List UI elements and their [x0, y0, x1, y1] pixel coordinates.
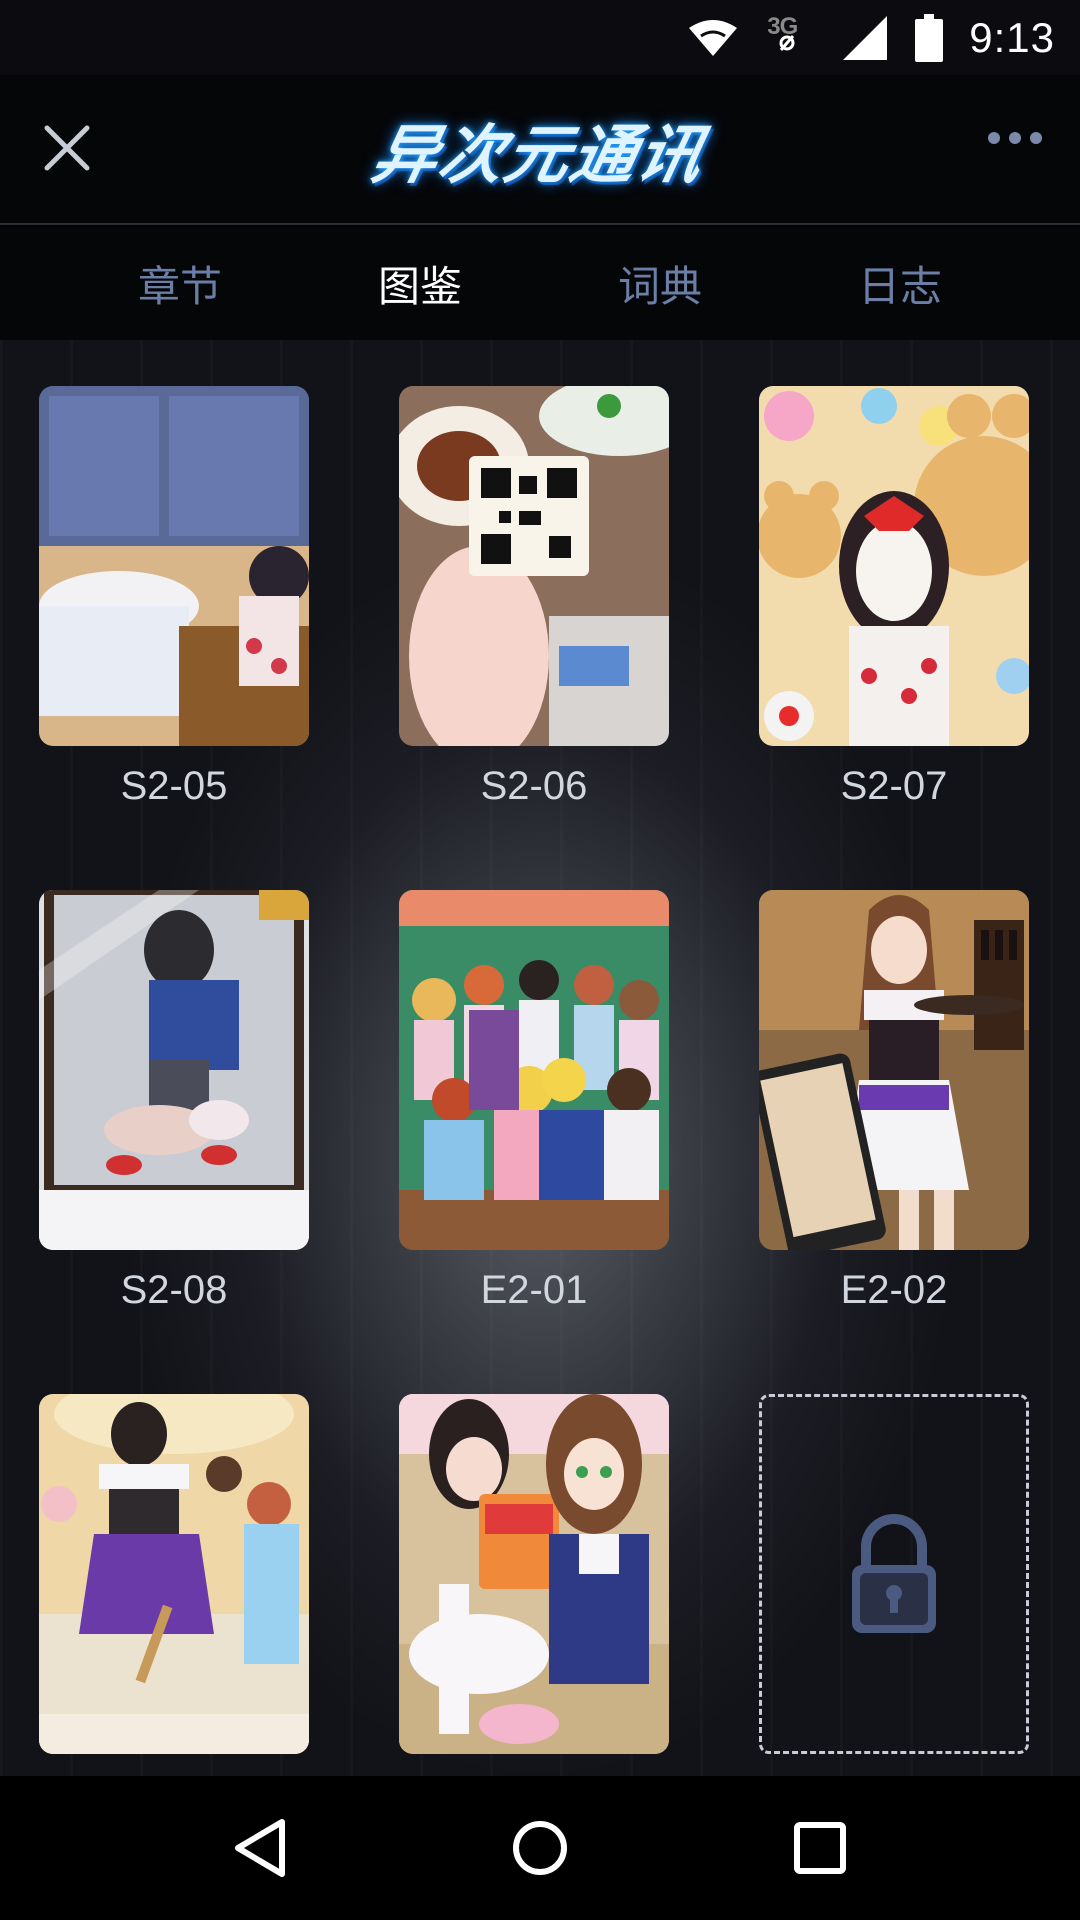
gallery-item[interactable]: S2-06	[399, 386, 669, 809]
gallery-item[interactable]	[39, 1394, 309, 1772]
gallery-grid: S2-05 S2-06 S2-07 S2-08 E2-01 E2-02	[0, 340, 1080, 1776]
app-logo: 异次元通讯	[340, 95, 740, 205]
gallery-thumbnail	[399, 1394, 669, 1754]
wifi-icon	[687, 18, 739, 58]
gallery-item[interactable]: S2-05	[39, 386, 309, 809]
recents-button[interactable]	[765, 1793, 875, 1903]
lock-icon	[852, 1514, 936, 1633]
gallery-thumbnail	[399, 386, 669, 746]
gallery-thumbnail	[759, 386, 1029, 746]
gallery-item[interactable]: S2-07	[759, 386, 1029, 809]
recents-icon	[794, 1822, 846, 1874]
signal-icon	[841, 14, 889, 62]
close-button[interactable]	[36, 117, 98, 179]
gallery-item[interactable]: E2-02	[759, 890, 1029, 1313]
tab-bar: 章节 图鉴 词典 日志	[0, 227, 1080, 340]
gallery-label: S2-08	[120, 1268, 228, 1312]
tab-chapters[interactable]: 章节	[60, 253, 300, 314]
more-button[interactable]	[975, 123, 1055, 153]
more-icon	[988, 132, 1000, 144]
tab-gallery[interactable]: 图鉴	[300, 253, 540, 314]
home-button[interactable]	[485, 1793, 595, 1903]
gallery-thumbnail	[39, 890, 309, 1250]
close-icon	[44, 125, 90, 171]
gallery-item[interactable]: S2-08	[39, 890, 309, 1313]
gallery-thumbnail	[759, 890, 1029, 1250]
status-bar: 3G 9:13	[0, 0, 1080, 75]
gallery-label: S2-07	[840, 764, 948, 808]
battery-icon	[915, 13, 944, 62]
gallery-thumbnail	[39, 1394, 309, 1754]
gallery-label: E2-01	[480, 1268, 588, 1312]
gallery-item[interactable]	[399, 1394, 669, 1772]
network-type: 3G	[765, 13, 815, 63]
gallery-label: S2-05	[120, 764, 228, 808]
gallery-label: S2-06	[480, 764, 588, 808]
app-header: 异次元通讯	[0, 75, 1080, 225]
back-icon	[235, 1819, 285, 1877]
tab-log[interactable]: 日志	[780, 253, 1020, 314]
back-button[interactable]	[205, 1793, 315, 1903]
gallery-thumbnail	[39, 386, 309, 746]
gallery-label: E2-02	[840, 1268, 948, 1312]
logo-text: 异次元通讯	[365, 119, 712, 193]
locked-slot	[759, 1394, 1029, 1754]
tab-dictionary[interactable]: 词典	[540, 253, 780, 314]
system-nav-bar	[0, 1776, 1080, 1920]
clock: 9:13	[969, 13, 1055, 61]
gallery-thumbnail	[399, 890, 669, 1250]
gallery-item[interactable]: E2-01	[399, 890, 669, 1313]
home-icon	[513, 1821, 567, 1875]
gallery-item-locked[interactable]	[759, 1394, 1029, 1772]
